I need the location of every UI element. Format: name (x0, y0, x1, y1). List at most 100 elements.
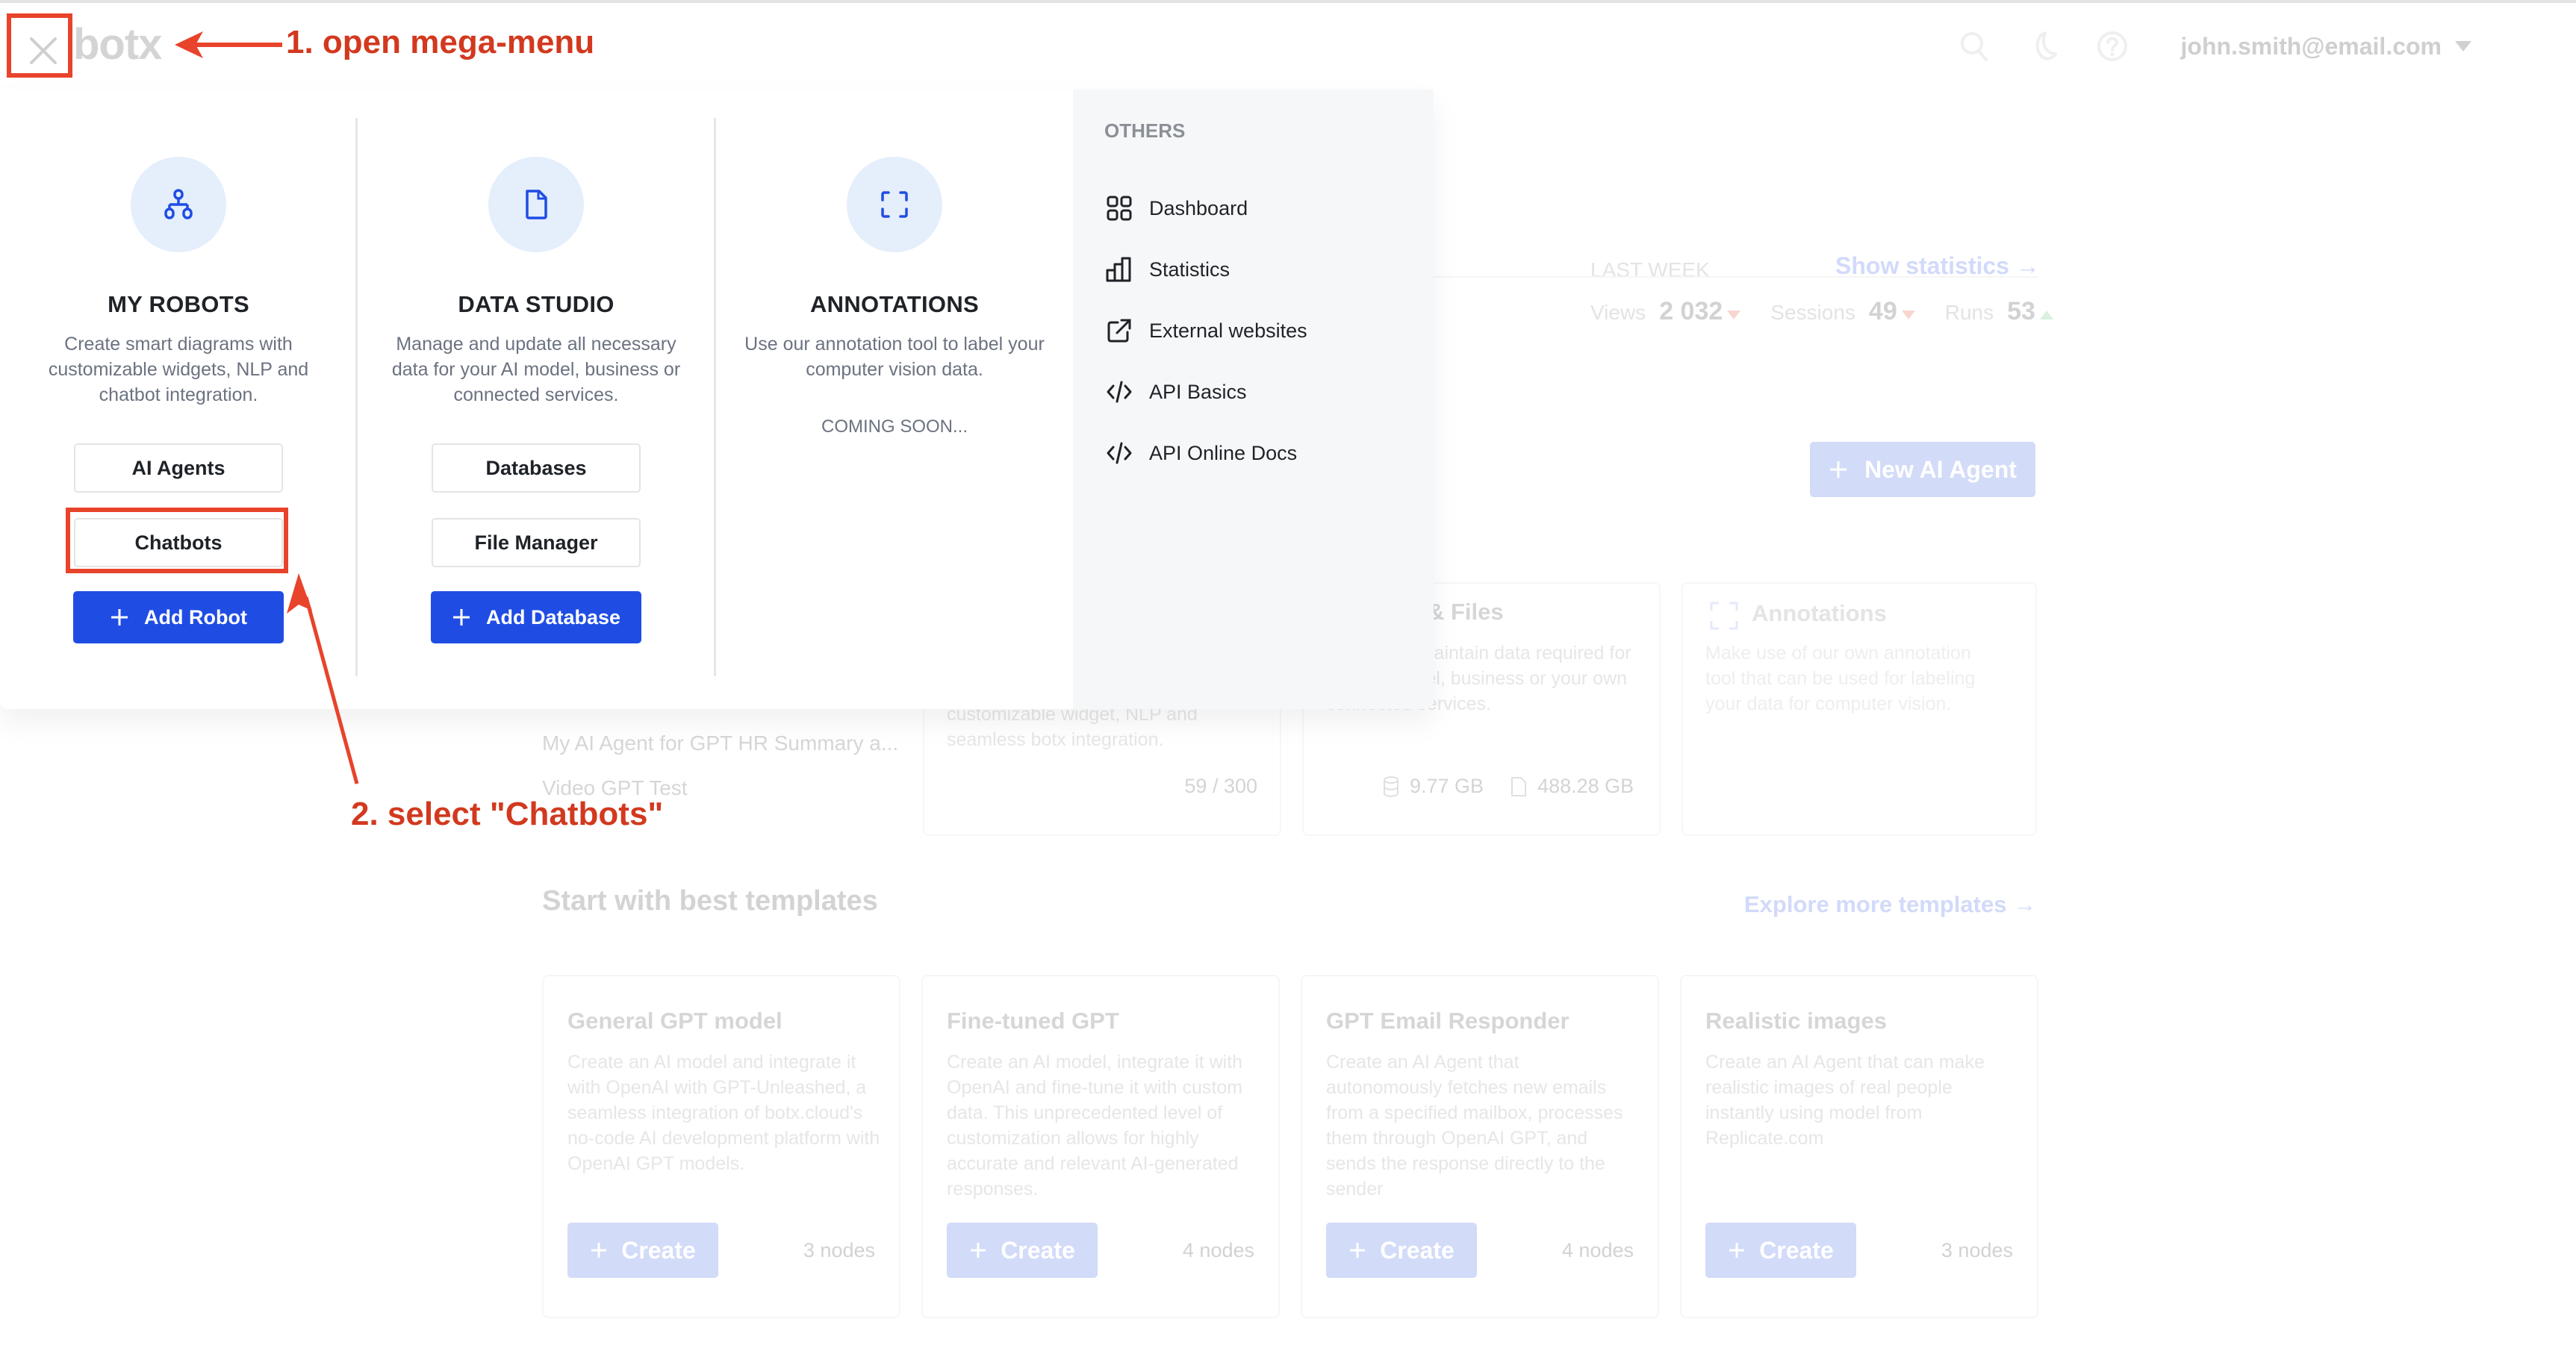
file-manager-button[interactable]: File Manager (432, 518, 641, 567)
help-icon (2097, 31, 2127, 61)
icon-circle (131, 157, 226, 252)
template-description: Create an AI Agent that can make realist… (1705, 1052, 1985, 1149)
others-panel: OTHERS Dashboard Statistics External web… (1073, 90, 1434, 709)
new-ai-agent-button[interactable]: New AI Agent (1810, 442, 2035, 497)
external-link-icon (1104, 316, 1134, 346)
others-heading: OTHERS (1104, 119, 1186, 142)
template-card: GPT Email Responder Create an AI Agent t… (1301, 975, 1659, 1318)
create-label: Create (621, 1236, 696, 1264)
others-item-api-basics[interactable]: API Basics (1104, 361, 1307, 422)
stat-label: Sessions (1770, 301, 1855, 324)
new-ai-agent-label: New AI Agent (1864, 455, 2017, 483)
file-icon (526, 190, 547, 219)
user-email: john.smith@email.com (2180, 32, 2442, 60)
coming-soon-label: COMING SOON... (821, 417, 968, 437)
node-count: 3 nodes (803, 1239, 875, 1261)
trend-down-icon (1901, 311, 1915, 319)
column-title: ANNOTATIONS (809, 291, 980, 317)
template-title: Fine-tuned GPT (947, 1008, 1119, 1034)
plus-icon (591, 1243, 607, 1258)
db-usage: 9.77 GB (1410, 775, 1484, 797)
create-template-button[interactable]: Create (947, 1223, 1098, 1278)
scan-frame-icon (1710, 602, 1738, 630)
add-database-button[interactable]: Add Database (431, 591, 641, 643)
hierarchy-icon (164, 189, 193, 219)
create-template-button[interactable]: Create (1326, 1223, 1477, 1278)
stat-label: Runs (1944, 301, 1994, 324)
template-description: Create an AI model and integrate it with… (567, 1052, 880, 1174)
template-card: General GPT model Create an AI model and… (542, 975, 900, 1318)
add-robot-label: Add Robot (144, 605, 247, 628)
menu-column-my-robots: MY ROBOTS Create smart diagrams with cus… (0, 119, 357, 679)
column-description: Manage and update all necessary data for… (391, 334, 681, 405)
moon-icon (2035, 31, 2057, 60)
file-icon (1511, 776, 1527, 796)
code-icon (1104, 438, 1134, 468)
card-description: customizable widget, NLP and seamless bo… (947, 704, 1198, 750)
plus-icon (971, 1243, 986, 1258)
databases-button[interactable]: Databases (432, 443, 641, 493)
user-menu[interactable]: john.smith@email.com (2165, 33, 2471, 60)
ai-agents-button[interactable]: AI Agents (74, 443, 283, 493)
divider (1434, 276, 2038, 278)
others-item-dashboard[interactable]: Dashboard (1104, 178, 1307, 239)
card-title: Annotations (1752, 600, 1887, 626)
grid-icon (1104, 193, 1134, 223)
list-item[interactable]: My AI Agent for GPT HR Summary a... (542, 721, 898, 766)
template-title: Realistic images (1705, 1008, 1887, 1034)
card-description: Make use of our own annotation tool that… (1705, 643, 1976, 714)
others-item-label: Statistics (1149, 258, 1231, 281)
stats-period-label: LAST WEEK (1590, 258, 1710, 281)
plus-icon (1729, 1243, 1745, 1258)
others-item-label: Dashboard (1149, 196, 1248, 219)
create-template-button[interactable]: Create (567, 1223, 718, 1278)
template-description: Create an AI Agent that autonomously fet… (1326, 1052, 1623, 1200)
menu-column-data-studio: DATA STUDIO Manage and update all necess… (358, 119, 715, 679)
icon-circle (488, 157, 584, 252)
card-title: & Files (1428, 599, 1504, 625)
explore-templates-link[interactable]: Explore more templates → (1744, 891, 2036, 918)
template-description: Create an AI model, integrate it with Op… (947, 1052, 1243, 1200)
plus-icon (1830, 461, 1847, 478)
stat-sessions: Sessions 49 (1770, 297, 1915, 326)
stat-value: 49 (1868, 297, 1897, 325)
others-item-api-online-docs[interactable]: API Online Docs (1104, 422, 1307, 484)
scan-frame-icon (881, 191, 908, 218)
others-item-external-websites[interactable]: External websites (1104, 300, 1307, 361)
column-title: DATA STUDIO (458, 291, 615, 317)
others-item-label: API Online Docs (1149, 441, 1298, 464)
others-item-label: External websites (1149, 319, 1307, 342)
help-button[interactable] (2096, 27, 2129, 66)
stats-row: Views 2 032 Sessions 49 Runs 53 (1590, 297, 2083, 326)
search-button[interactable] (1959, 27, 1991, 66)
stat-runs: Runs 53 (1945, 297, 2053, 326)
search-icon (1960, 32, 1988, 61)
create-label: Create (1759, 1236, 1834, 1264)
stat-views: Views 2 032 (1590, 297, 1741, 326)
card-usage: 59 / 300 (1184, 775, 1257, 797)
plus-icon (111, 609, 128, 626)
annotation-step-2: 2. select "Chatbots" (351, 796, 664, 832)
others-item-statistics[interactable]: Statistics (1104, 239, 1307, 300)
dark-mode-toggle[interactable] (2027, 27, 2060, 66)
logo[interactable]: botx (73, 19, 162, 69)
code-icon (1104, 377, 1134, 407)
plus-icon (1350, 1243, 1366, 1258)
template-title: General GPT model (567, 1008, 783, 1034)
stat-value: 2 032 (1659, 297, 1723, 325)
column-description: Create smart diagrams with customizable … (48, 334, 309, 405)
files-usage: 488.28 GB (1537, 775, 1634, 797)
storage-usage: 9.77 GB 488.28 GB (1383, 775, 1634, 798)
template-card: Fine-tuned GPT Create an AI model, integ… (921, 975, 1280, 1318)
trend-down-icon (1727, 311, 1741, 319)
templates-heading: Start with best templates (542, 885, 878, 917)
bar-chart-icon (1104, 255, 1134, 284)
template-title: GPT Email Responder (1326, 1008, 1569, 1034)
others-item-label: API Basics (1149, 380, 1247, 403)
node-count: 4 nodes (1561, 1239, 1634, 1261)
add-robot-button[interactable]: Add Robot (73, 591, 284, 643)
create-label: Create (1001, 1236, 1075, 1264)
create-template-button[interactable]: Create (1705, 1223, 1856, 1278)
annotations-card[interactable]: Annotations Make use of our own annotati… (1681, 582, 2037, 836)
stat-value: 53 (2007, 297, 2035, 325)
